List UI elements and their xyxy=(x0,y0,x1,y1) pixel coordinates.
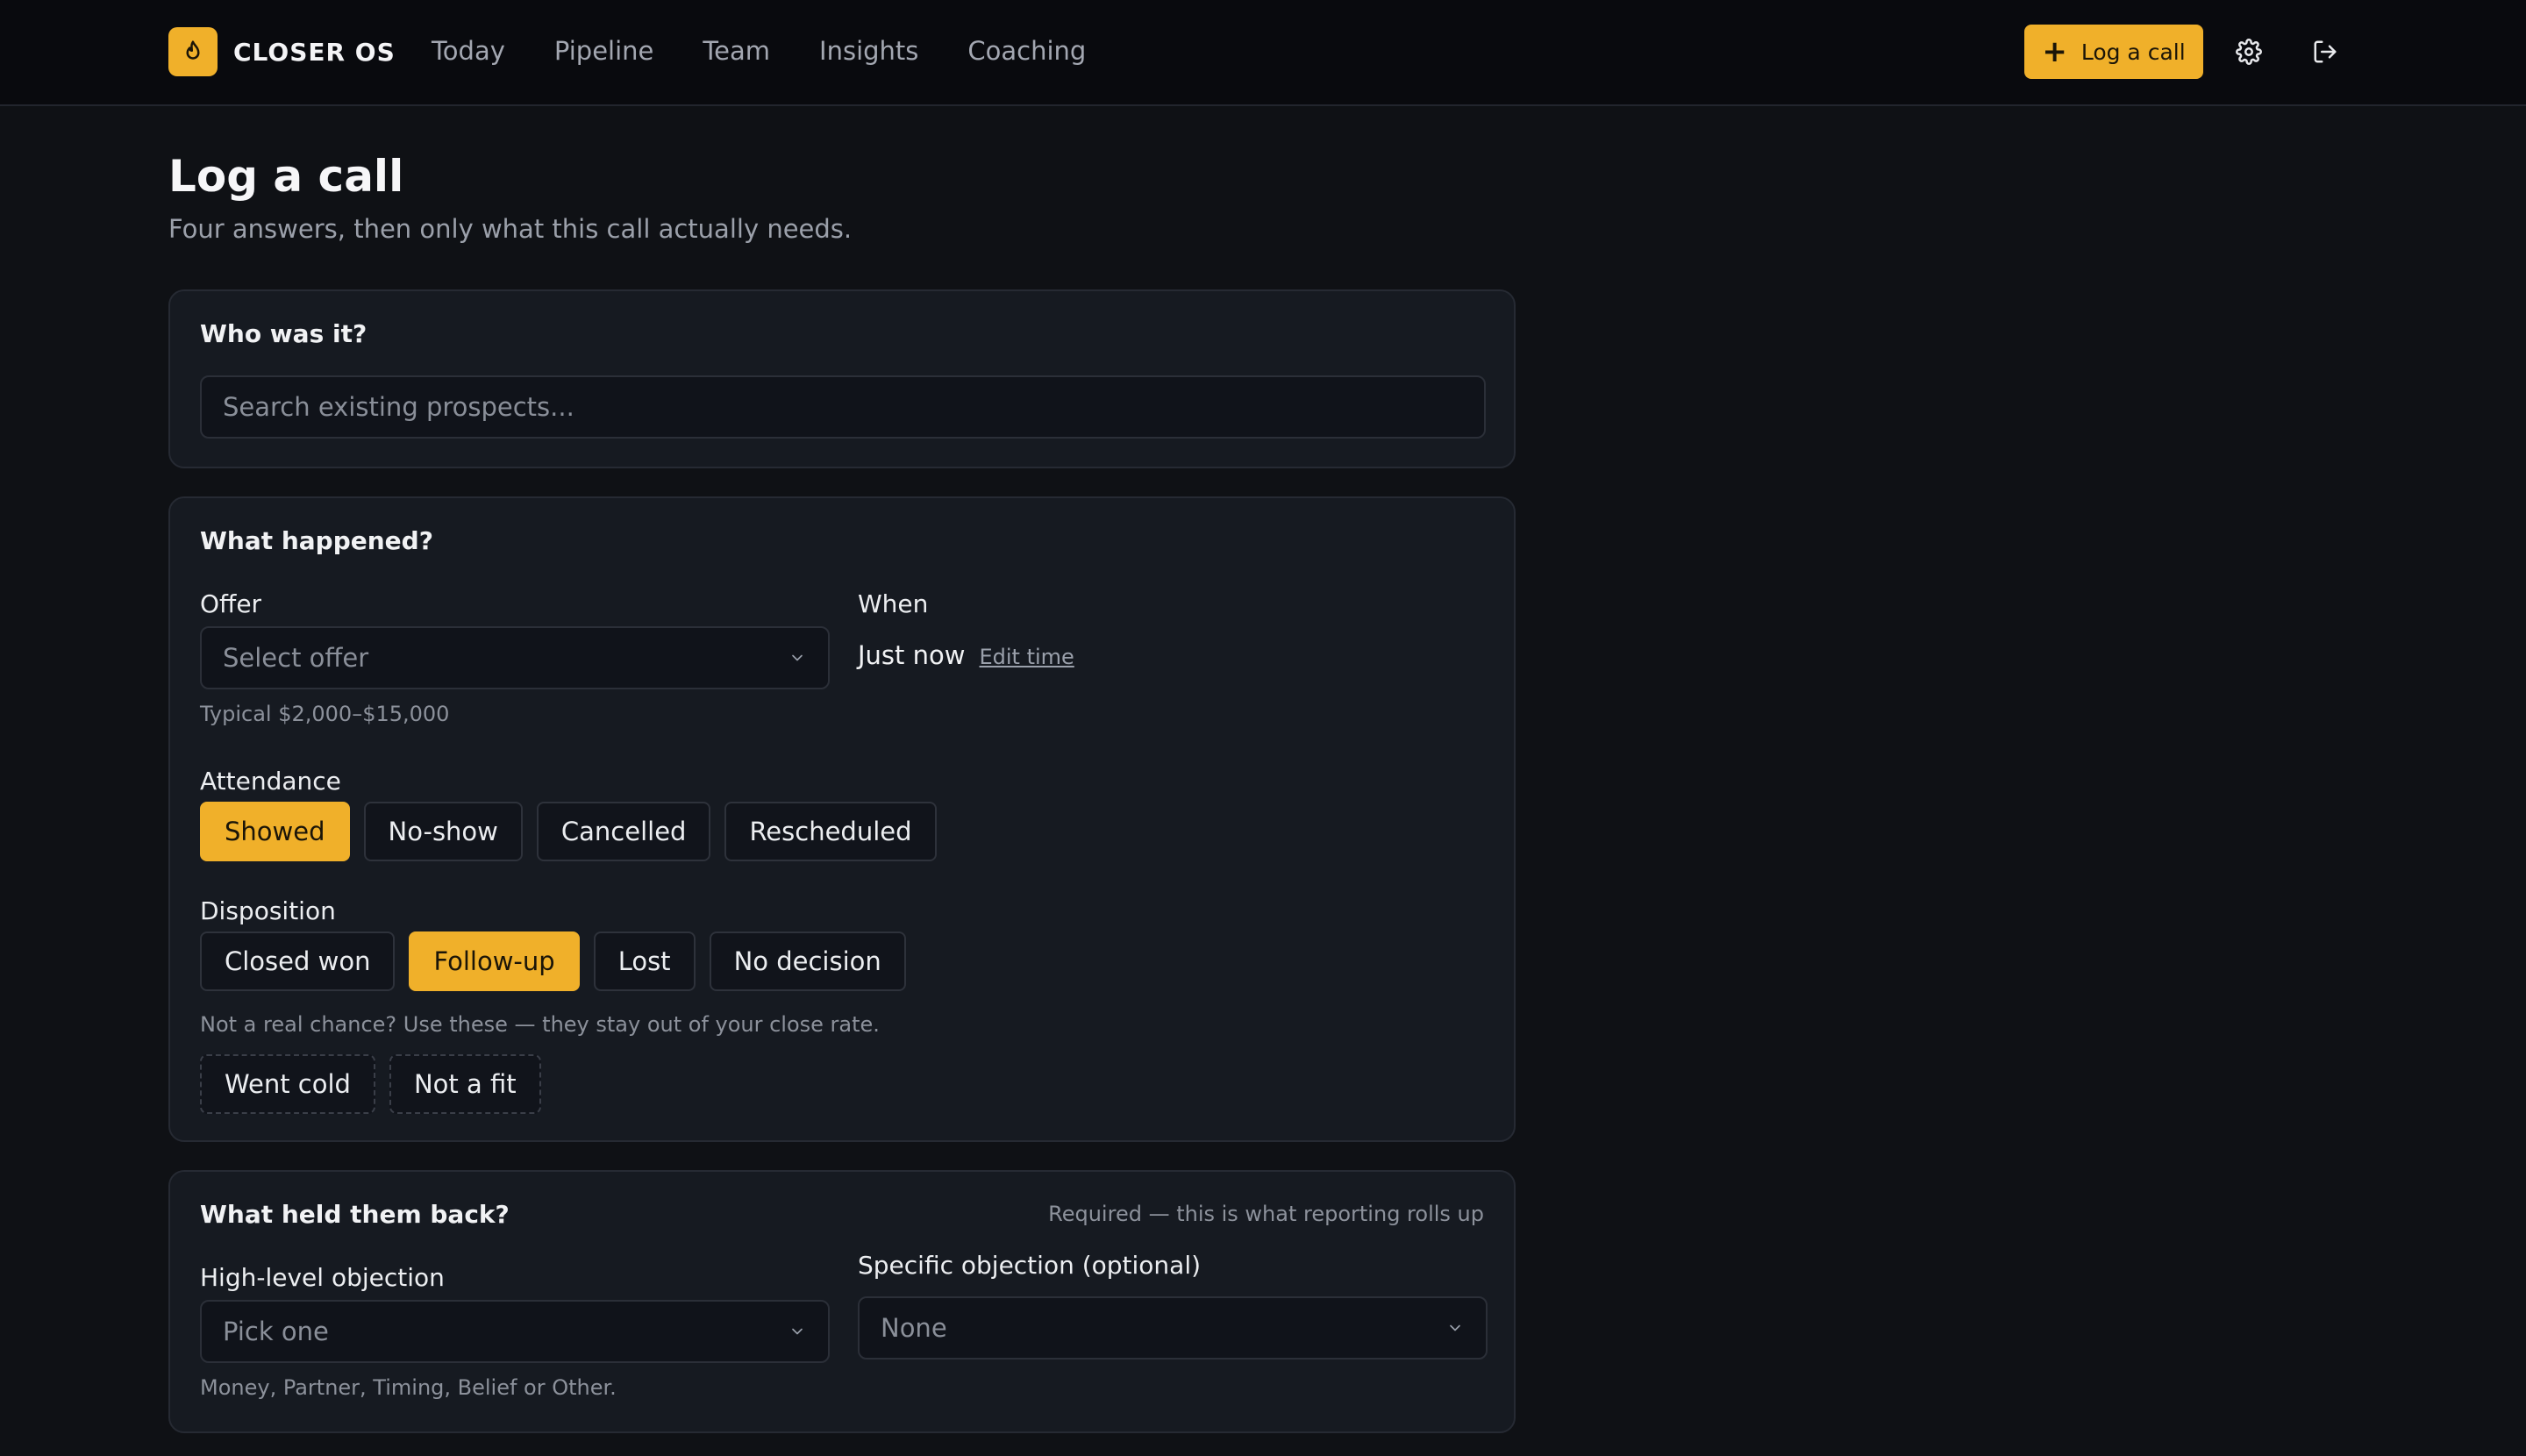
settings-button[interactable] xyxy=(2229,32,2269,72)
what-happened-title: What happened? xyxy=(200,526,433,555)
plus-icon: + xyxy=(2042,34,2067,69)
chevron-down-icon xyxy=(1450,1324,1460,1331)
edit-time-link[interactable]: Edit time xyxy=(979,645,1074,669)
specific-objection-value: None xyxy=(881,1313,947,1343)
nav-item-today[interactable]: Today xyxy=(432,32,505,70)
disposition-follow-up[interactable]: Follow-up xyxy=(409,931,580,991)
prospect-search-input[interactable]: Search existing prospects... xyxy=(200,375,1486,439)
high-level-objection-label: High-level objection xyxy=(200,1263,445,1292)
attendance-showed[interactable]: Showed xyxy=(200,802,350,861)
high-level-objection-select[interactable]: Pick one xyxy=(200,1300,830,1363)
page-subtitle: Four answers, then only what this call a… xyxy=(168,214,853,244)
chevron-down-icon xyxy=(792,1328,803,1335)
held-back-card: What held them back? Required — this is … xyxy=(168,1170,1516,1433)
who-card: Who was it? Search existing prospects... xyxy=(168,289,1516,468)
specific-objection-select[interactable]: None xyxy=(858,1296,1488,1360)
log-a-call-label: Log a call xyxy=(2080,39,2186,65)
attendance-options: Showed No-show Cancelled Rescheduled xyxy=(200,802,951,861)
brand[interactable]: CLOSER OS xyxy=(168,26,396,77)
attendance-rescheduled[interactable]: Rescheduled xyxy=(724,802,937,861)
nav-item-pipeline[interactable]: Pipeline xyxy=(554,32,654,70)
offer-hint: Typical $2,000–$15,000 xyxy=(200,702,450,726)
not-real-chance-hint: Not a real chance? Use these — they stay… xyxy=(200,1012,880,1037)
page-header: Log a call Four answers, then only what … xyxy=(168,142,1516,247)
when-value: Just now xyxy=(858,640,966,670)
disposition-label: Disposition xyxy=(200,896,336,925)
disposition-lost[interactable]: Lost xyxy=(593,931,696,991)
main-nav: Today Pipeline Team Insights Coaching xyxy=(432,32,1086,70)
specific-objection-label: Specific objection (optional) xyxy=(858,1251,1202,1280)
when-row: Just now Edit time xyxy=(858,640,1074,670)
high-level-objection-value: Pick one xyxy=(223,1317,329,1346)
disposition-options: Closed won Follow-up Lost No decision xyxy=(200,931,920,991)
logout-icon xyxy=(2314,40,2337,63)
nav-item-team[interactable]: Team xyxy=(703,32,770,70)
logout-button[interactable] xyxy=(2305,32,2345,72)
prospect-search-placeholder: Search existing prospects... xyxy=(223,392,574,422)
disposition-closed-won[interactable]: Closed won xyxy=(200,931,396,991)
offer-label: Offer xyxy=(200,589,262,618)
attendance-cancelled[interactable]: Cancelled xyxy=(536,802,711,861)
high-level-objection-hint: Money, Partner, Timing, Belief or Other. xyxy=(200,1375,617,1400)
attendance-no-show[interactable]: No-show xyxy=(363,802,523,861)
flame-icon xyxy=(168,27,218,76)
chevron-down-icon xyxy=(792,654,803,661)
held-back-title: What held them back? xyxy=(200,1200,510,1229)
not-a-fit-option[interactable]: Not a fit xyxy=(389,1054,541,1114)
nav-item-insights[interactable]: Insights xyxy=(819,32,918,70)
page-title: Log a call xyxy=(168,151,404,202)
went-cold-option[interactable]: Went cold xyxy=(200,1054,375,1114)
top-navigation-bar: CLOSER OS Today Pipeline Team Insights C… xyxy=(0,0,2526,106)
offer-select-value: Select offer xyxy=(223,643,369,673)
not-real-options: Went cold Not a fit xyxy=(200,1054,555,1114)
attendance-label: Attendance xyxy=(200,767,341,796)
offer-select[interactable]: Select offer xyxy=(200,626,830,689)
when-label: When xyxy=(858,589,929,618)
nav-item-coaching[interactable]: Coaching xyxy=(967,32,1086,70)
disposition-no-decision[interactable]: No decision xyxy=(709,931,906,991)
required-note: Required — this is what reporting rolls … xyxy=(1048,1202,1484,1226)
who-title: Who was it? xyxy=(200,319,367,348)
what-happened-card: What happened? Offer Select offer Typica… xyxy=(168,496,1516,1142)
log-a-call-button[interactable]: + Log a call xyxy=(2024,25,2203,79)
brand-name: CLOSER OS xyxy=(233,37,396,67)
gear-icon xyxy=(2236,39,2262,65)
